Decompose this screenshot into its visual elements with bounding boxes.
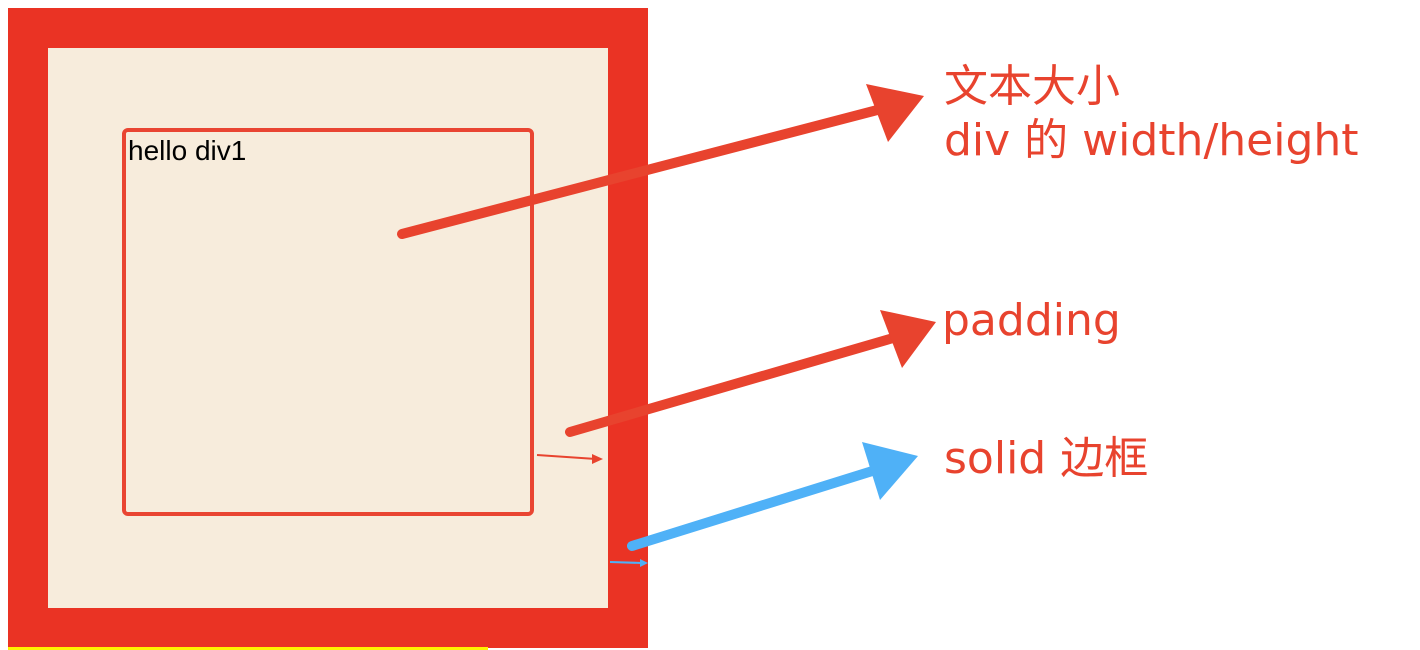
border-label: solid 边框 — [944, 433, 1149, 484]
padding-label: padding — [942, 295, 1121, 346]
border-arrow — [627, 442, 918, 551]
content-size-label-line2: div 的 width/height — [944, 115, 1359, 166]
content-size-label-line1: 文本大小 — [944, 61, 1120, 112]
annotation-arrows — [397, 84, 936, 567]
border-indicator-arrow — [609, 559, 648, 567]
padding-arrow — [565, 310, 936, 437]
padding-indicator-arrow — [536, 454, 603, 464]
content-arrow — [397, 84, 924, 239]
